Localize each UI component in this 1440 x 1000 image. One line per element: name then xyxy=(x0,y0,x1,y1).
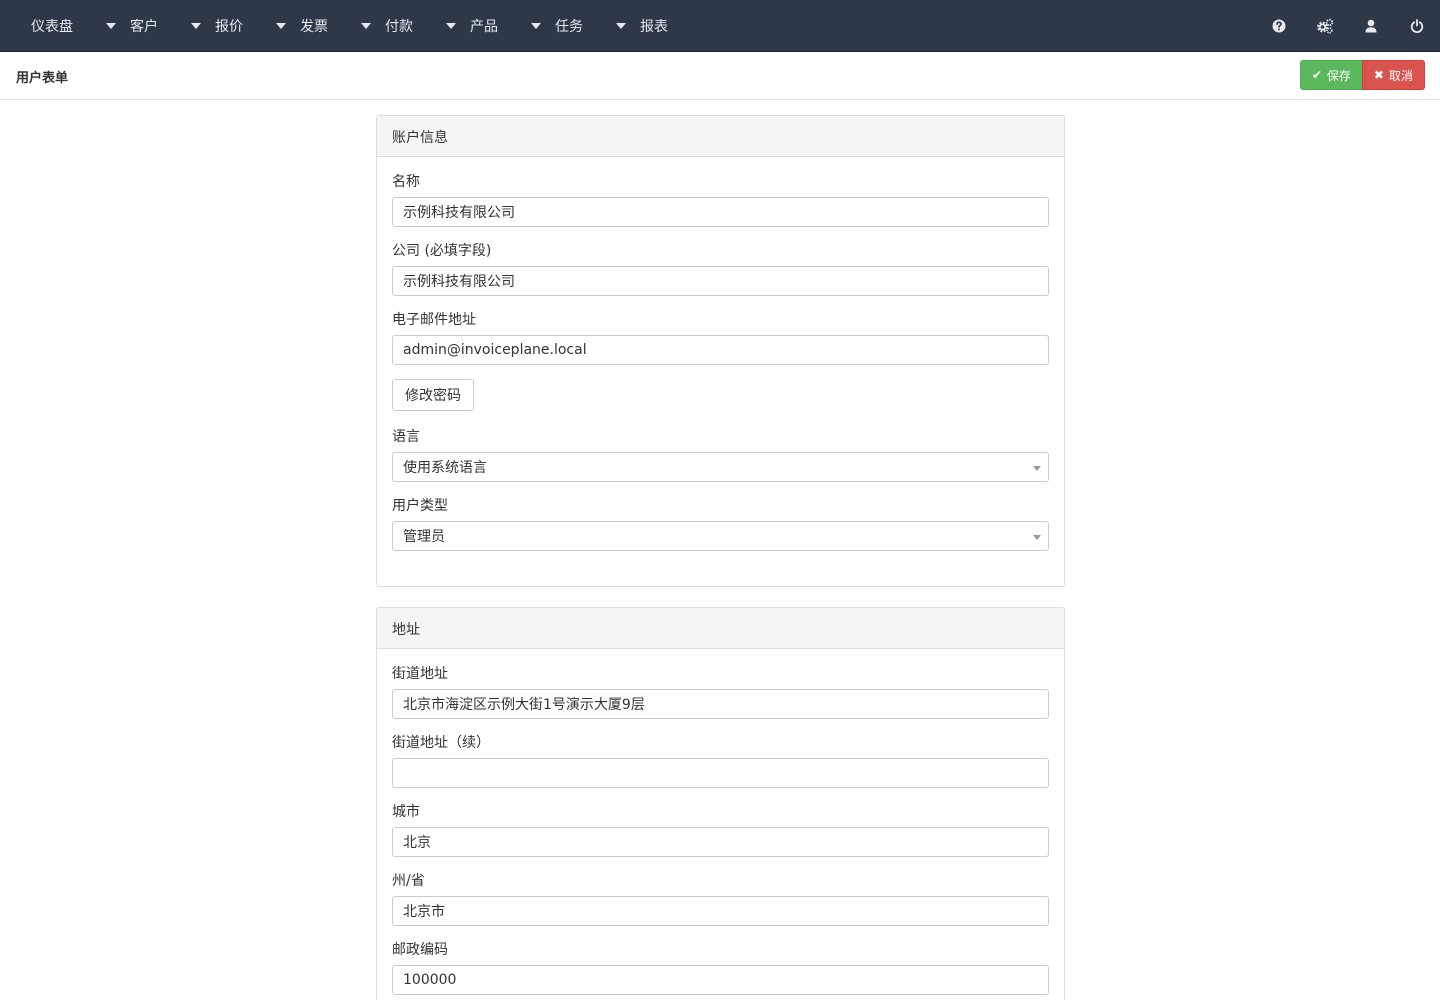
language-group: 语言 使用系统语言 xyxy=(392,427,1049,482)
power-icon xyxy=(1410,19,1424,33)
chevron-down-icon xyxy=(361,23,371,29)
account-info-body: 名称 示例科技有限公司 公司 (必填字段) 示例科技有限公司 电子邮件地址 ad… xyxy=(377,157,1064,551)
email-label: 电子邮件地址 xyxy=(392,312,476,328)
zip-group: 邮政编码 100000 xyxy=(392,940,1049,995)
nav-tasks-label: 任务 xyxy=(555,19,583,35)
nav-clients-label: 客户 xyxy=(130,19,158,35)
nav-invoices-label: 发票 xyxy=(300,19,328,35)
check-icon: ✔ xyxy=(1311,68,1322,82)
street-label: 街道地址 xyxy=(392,666,448,682)
address-body: 街道地址 北京市海淀区示例大街1号演示大厦9层 街道地址（续） 城市 北京 州/… xyxy=(377,649,1064,995)
street2-label: 街道地址（续） xyxy=(392,735,490,751)
chevron-down-icon xyxy=(531,23,541,29)
cancel-button-label: 取消 xyxy=(1388,68,1413,83)
chevron-down-icon xyxy=(446,23,456,29)
name-group: 名称 示例科技有限公司 xyxy=(392,172,1049,227)
user-type-select-value: 管理员 xyxy=(403,529,445,545)
main-menu: 仪表盘 客户 报价 发票 付款 产品 任务 报表 xyxy=(0,0,668,52)
settings-gears-icon xyxy=(1317,18,1334,34)
form-actions: ✔ 保存 ✖ 取消 xyxy=(1299,60,1425,90)
address-heading: 地址 xyxy=(377,608,1064,649)
language-label: 语言 xyxy=(392,429,420,445)
change-password-group: 修改密码 xyxy=(392,379,1049,411)
company-group: 公司 (必填字段) 示例科技有限公司 xyxy=(392,241,1049,296)
nav-products-label: 产品 xyxy=(470,19,498,35)
address-panel: 地址 街道地址 北京市海淀区示例大街1号演示大厦9层 街道地址（续） 城市 北京… xyxy=(376,607,1065,1000)
help-button[interactable] xyxy=(1256,0,1302,52)
change-password-button[interactable]: 修改密码 xyxy=(392,379,474,411)
city-label: 城市 xyxy=(392,804,420,820)
account-button[interactable] xyxy=(1348,0,1394,52)
user-type-group: 用户类型 管理员 xyxy=(392,496,1049,551)
nav-reports-label: 报表 xyxy=(640,19,668,35)
close-icon: ✖ xyxy=(1373,68,1384,82)
user-menu xyxy=(1256,0,1440,52)
email-input[interactable]: admin@invoiceplane.local xyxy=(392,335,1049,365)
top-navbar: 仪表盘 客户 报价 发票 付款 产品 任务 报表 xyxy=(0,0,1440,52)
cancel-button[interactable]: ✖ 取消 xyxy=(1361,60,1425,90)
name-label: 名称 xyxy=(392,174,420,190)
company-input[interactable]: 示例科技有限公司 xyxy=(392,266,1049,296)
save-button-label: 保存 xyxy=(1326,68,1351,83)
dropdown-arrow-icon xyxy=(1033,466,1041,471)
nav-payments-label: 付款 xyxy=(385,19,413,35)
nav-invoices[interactable]: 发票 xyxy=(276,0,361,52)
dropdown-arrow-icon xyxy=(1033,535,1041,540)
nav-tasks[interactable]: 任务 xyxy=(531,0,616,52)
street2-input[interactable] xyxy=(392,758,1049,788)
nav-payments[interactable]: 付款 xyxy=(361,0,446,52)
chevron-down-icon xyxy=(616,23,626,29)
city-input[interactable]: 北京 xyxy=(392,827,1049,857)
nav-dashboard[interactable]: 仪表盘 xyxy=(0,0,106,52)
nav-reports[interactable]: 报表 xyxy=(616,0,668,52)
company-label: 公司 (必填字段) xyxy=(392,243,492,259)
street2-group: 街道地址（续） xyxy=(392,733,1049,788)
name-input[interactable]: 示例科技有限公司 xyxy=(392,197,1049,227)
nav-dashboard-label: 仪表盘 xyxy=(31,19,73,35)
street-input[interactable]: 北京市海淀区示例大街1号演示大厦9层 xyxy=(392,689,1049,719)
email-group: 电子邮件地址 admin@invoiceplane.local xyxy=(392,310,1049,365)
zip-input[interactable]: 100000 xyxy=(392,965,1049,995)
page-title: 用户表单 xyxy=(16,71,69,86)
logout-button[interactable] xyxy=(1394,0,1440,52)
zip-label: 邮政编码 xyxy=(392,942,448,958)
chevron-down-icon xyxy=(276,23,286,29)
language-select[interactable]: 使用系统语言 xyxy=(392,452,1049,482)
nav-clients[interactable]: 客户 xyxy=(106,0,191,52)
chevron-down-icon xyxy=(191,23,201,29)
state-label: 州/省 xyxy=(392,873,425,889)
account-info-panel: 账户信息 名称 示例科技有限公司 公司 (必填字段) 示例科技有限公司 电子邮件… xyxy=(376,115,1065,587)
street-group: 街道地址 北京市海淀区示例大街1号演示大厦9层 xyxy=(392,664,1049,719)
save-button[interactable]: ✔ 保存 xyxy=(1299,60,1363,90)
chevron-down-icon xyxy=(106,23,116,29)
nav-quotes[interactable]: 报价 xyxy=(191,0,276,52)
user-type-select[interactable]: 管理员 xyxy=(392,521,1049,551)
nav-products[interactable]: 产品 xyxy=(446,0,531,52)
settings-button[interactable] xyxy=(1302,0,1348,52)
state-input[interactable]: 北京市 xyxy=(392,896,1049,926)
header-bar: 用户表单 ✔ 保存 ✖ 取消 xyxy=(0,52,1440,100)
user-icon xyxy=(1365,19,1377,33)
user-type-label: 用户类型 xyxy=(392,498,448,514)
nav-quotes-label: 报价 xyxy=(215,19,243,35)
account-info-heading: 账户信息 xyxy=(377,116,1064,157)
help-icon xyxy=(1272,19,1286,33)
state-group: 州/省 北京市 xyxy=(392,871,1049,926)
city-group: 城市 北京 xyxy=(392,802,1049,857)
language-select-value: 使用系统语言 xyxy=(403,460,487,476)
